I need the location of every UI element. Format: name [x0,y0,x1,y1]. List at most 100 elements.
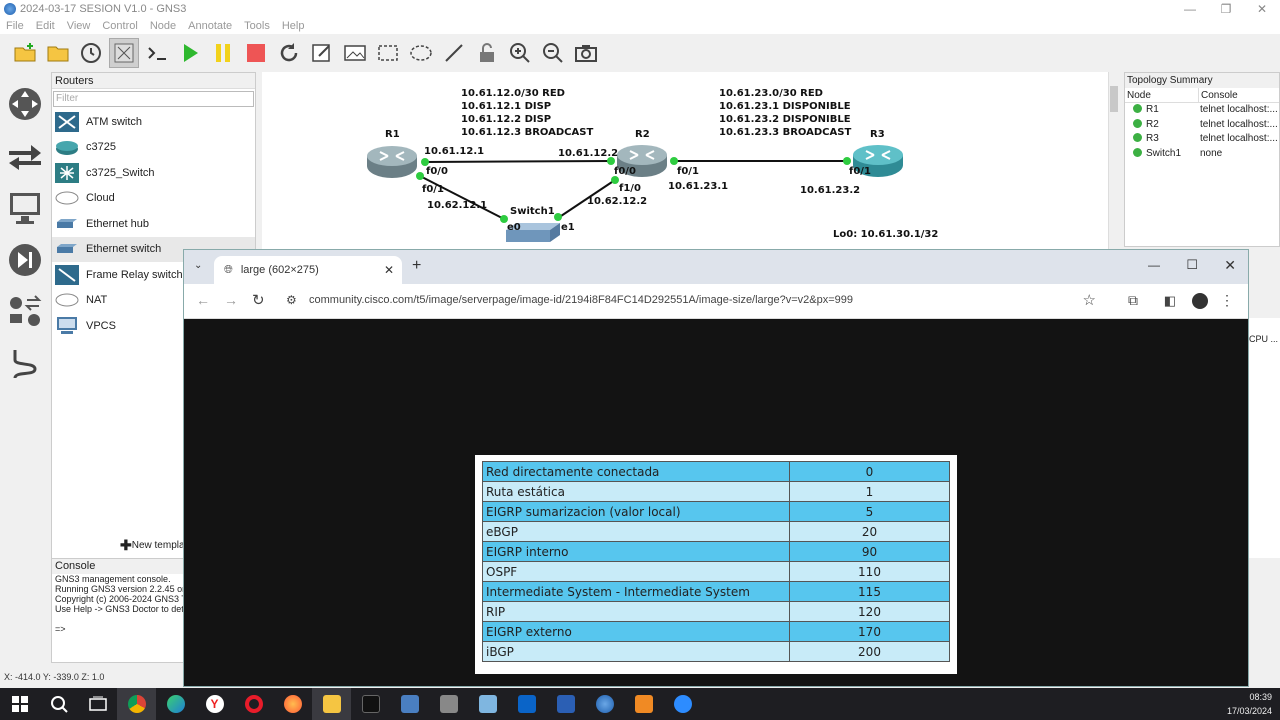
new-project-button[interactable] [10,38,40,68]
device-c3725-switch[interactable]: c3725_Switch [52,160,255,186]
add-note-button[interactable] [307,38,337,68]
menu-edit[interactable]: Edit [36,20,55,32]
forward-button[interactable]: → [224,292,238,308]
browse-security-devices-button[interactable] [5,240,45,280]
taskbar-file-explorer[interactable] [312,688,351,720]
minimize-button[interactable]: — [1172,0,1208,18]
taskbar-firefox[interactable] [273,688,312,720]
reload-all-button[interactable] [274,38,304,68]
browse-switches-button[interactable] [5,136,45,176]
bookmark-star-icon[interactable]: ☆ [1083,291,1096,309]
chrome-tab[interactable]: 🌐︎ large (602×275) ✕ [214,256,402,284]
extensions-icon[interactable]: ⧉ [1128,292,1138,309]
menu-control[interactable]: Control [102,20,137,32]
taskbar-calculator[interactable] [390,688,429,720]
show-interface-labels-button[interactable] [109,38,139,68]
filter-input[interactable]: Filter [53,91,254,107]
back-button[interactable]: ← [196,292,210,308]
new-template-button[interactable]: ✚New template [120,537,193,554]
browse-all-devices-button[interactable] [5,292,45,332]
tab-close-icon[interactable]: ✕ [384,263,394,277]
zoom-in-button[interactable] [505,38,535,68]
reload-button[interactable]: ↻ [252,291,265,309]
url-field[interactable]: community.cisco.com/t5/image/serverpage/… [309,294,853,306]
topology-row-switch1[interactable]: Switch1 none [1125,147,1279,162]
taskbar-app-generic[interactable] [429,688,468,720]
add-link-button[interactable] [5,344,45,384]
taskbar-edge[interactable] [156,688,195,720]
menu-annotate[interactable]: Annotate [188,20,232,32]
new-tab-button[interactable]: + [412,257,421,275]
node-status-icon [1133,118,1142,128]
side-panel-icon[interactable]: ◧ [1164,293,1176,309]
topology-row-r1[interactable]: R1 telnet localhost:... [1125,103,1279,118]
gns3-icon [595,695,614,713]
draw-ellipse-button[interactable] [406,38,436,68]
device-atm-switch[interactable]: ATM switch [52,109,255,135]
menu-tools[interactable]: Tools [244,20,270,32]
console-prompt[interactable]: => [52,624,185,634]
taskbar-chrome[interactable] [117,688,156,720]
console-all-button[interactable] [142,38,172,68]
browse-routers-button[interactable] [5,84,45,124]
browse-end-devices-button[interactable] [5,188,45,228]
maximize-button[interactable]: ❐ [1208,0,1244,18]
taskbar-opera[interactable] [234,688,273,720]
admin-distance-cell: 110 [789,561,950,582]
system-clock[interactable]: 08:39 17/03/2024 [1227,690,1272,718]
zoom-out-button[interactable] [538,38,568,68]
taskbar-outlook[interactable] [507,688,546,720]
draw-rectangle-button[interactable] [373,38,403,68]
taskbar-yandex[interactable]: Y [195,688,234,720]
scrollbar-thumb[interactable] [1110,86,1118,112]
reload-icon [280,43,298,62]
site-info-icon[interactable]: ⚙ [286,293,297,307]
r1-ip-label: 10.61.12.1 [424,146,485,157]
taskbar-word[interactable] [546,688,585,720]
taskbar-zoom[interactable] [663,688,702,720]
console-line: Use Help -> GNS3 Doctor to dete [55,604,186,614]
topology-row-r3[interactable]: R3 telnet localhost:... [1125,132,1279,147]
chrome-maximize-button[interactable]: ☐ [1186,257,1198,273]
network-12-annotation: 10.61.12.0/30 RED 10.61.12.1 DISP 10.61.… [461,88,594,138]
draw-line-button[interactable] [439,38,469,68]
start-all-button[interactable] [175,38,205,68]
router-r1-icon[interactable] [366,144,418,180]
screenshot-button[interactable] [571,38,601,68]
start-button[interactable] [0,688,39,720]
snapshot-button[interactable] [76,38,106,68]
device-cloud[interactable]: Cloud [52,186,255,212]
open-project-button[interactable] [43,38,73,68]
menu-help[interactable]: Help [282,20,305,32]
device-label: ATM switch [86,115,143,128]
lock-items-button[interactable] [472,38,502,68]
chrome-menu-icon[interactable]: ⋮ [1220,292,1234,309]
taskbar-app-blue[interactable] [468,688,507,720]
device-ethernet-hub[interactable]: Ethernet hub [52,211,255,237]
taskbar-app-orange[interactable] [624,688,663,720]
close-button[interactable]: ✕ [1244,0,1280,18]
suspend-all-button[interactable] [208,38,238,68]
topology-summary-header: Node Console [1125,88,1279,103]
taskbar-terminal[interactable] [351,688,390,720]
taskbar-gns3[interactable] [585,688,624,720]
profile-avatar[interactable] [1192,293,1208,309]
chrome-close-button[interactable]: ✕ [1224,257,1236,274]
menu-node[interactable]: Node [150,20,176,32]
menu-view[interactable]: View [67,20,91,32]
stop-all-button[interactable] [241,38,271,68]
canvas-scrollbar[interactable] [1108,72,1118,252]
tab-search-icon[interactable]: ⌄ [194,260,202,271]
topology-canvas[interactable]: 10.61.12.0/30 RED 10.61.12.1 DISP 10.61.… [262,72,1108,252]
insert-picture-button[interactable] [340,38,370,68]
search-icon [50,696,68,713]
firefox-icon [283,695,302,713]
task-view-button[interactable] [78,688,117,720]
route-source-cell: Intermediate System - Intermediate Syste… [482,581,790,602]
console-title: Console [52,559,185,574]
search-button[interactable] [39,688,78,720]
menu-file[interactable]: File [6,20,24,32]
device-c3725[interactable]: c3725 [52,135,255,161]
topology-row-r2[interactable]: R2 telnet localhost:... [1125,118,1279,133]
chrome-minimize-button[interactable]: — [1148,258,1160,272]
